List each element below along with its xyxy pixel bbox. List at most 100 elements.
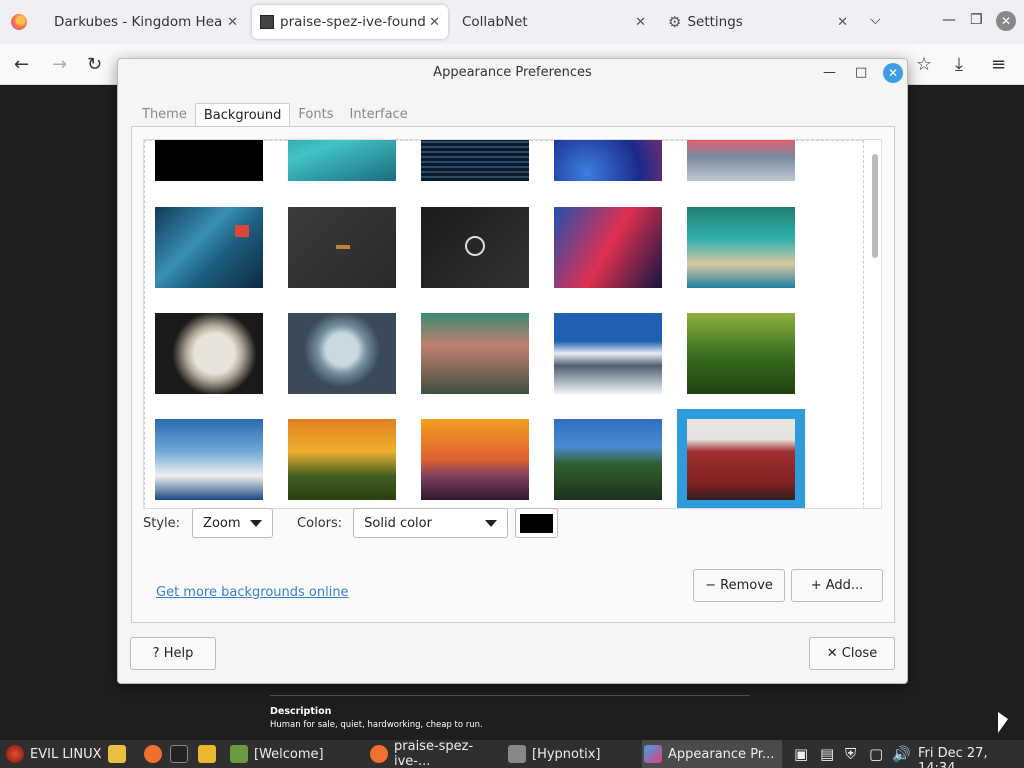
browser-tab-active[interactable]: praise-spez-ive-found-th ✕: [252, 5, 448, 39]
forward-icon[interactable]: →: [52, 54, 67, 75]
remove-button[interactable]: − Remove: [693, 569, 785, 602]
style-dropdown[interactable]: Zoom: [192, 508, 274, 538]
menu-icon: [6, 745, 24, 763]
notes-icon[interactable]: ▤: [820, 745, 834, 763]
color-swatch: [520, 513, 554, 533]
display-icon[interactable]: ▢: [869, 745, 883, 763]
tab-label: Settings: [687, 14, 743, 30]
page-favicon-icon: [260, 15, 274, 29]
wallpaper-thumbnail[interactable]: [687, 313, 795, 394]
style-label: Style:: [143, 515, 181, 531]
add-button[interactable]: + Add...: [791, 569, 883, 602]
tab-label: praise-spez-ive-found-th: [280, 14, 426, 30]
volume-icon[interactable]: 🔊: [892, 745, 911, 763]
wallpaper-thumbnail-selected[interactable]: [677, 409, 805, 508]
wallpaper-thumbnail[interactable]: [288, 313, 396, 394]
close-button[interactable]: ✕ Close: [809, 637, 895, 670]
tab-label: CollabNet: [462, 14, 528, 30]
wallpaper-thumbnail[interactable]: [421, 313, 529, 394]
wallpaper-thumbnail[interactable]: [687, 140, 795, 181]
clipboard-icon[interactable]: ▣: [794, 745, 808, 763]
wallpaper-thumbnail[interactable]: [155, 207, 263, 288]
tab-label: Darkubes - Kingdom Heartl: [54, 14, 222, 30]
files-launcher-icon[interactable]: [108, 740, 132, 768]
firefox-launcher-icon[interactable]: [144, 740, 168, 768]
wallpaper-thumbnail[interactable]: [687, 207, 795, 288]
browser-tab[interactable]: CollabNet ✕: [454, 5, 654, 39]
color-swatch-button[interactable]: [515, 508, 559, 538]
wallpaper-thumbnail[interactable]: [288, 419, 396, 500]
wallpaper-thumbnail[interactable]: [421, 207, 529, 288]
hypnotix-icon: [508, 745, 526, 763]
close-window-icon[interactable]: ✕: [996, 11, 1016, 31]
menu-icon[interactable]: ≡: [991, 54, 1006, 75]
back-icon[interactable]: ←: [14, 54, 29, 75]
appearance-icon: [644, 745, 662, 763]
help-button[interactable]: ? Help: [130, 637, 216, 670]
dialog-titlebar: Appearance Preferences — □ ✕: [118, 59, 907, 87]
mouse-cursor-icon: [998, 712, 1008, 733]
browser-tab[interactable]: Darkubes - Kingdom Heartl ✕: [46, 5, 246, 39]
description-title: Description: [270, 706, 332, 717]
colors-value: Solid color: [364, 515, 432, 531]
maximize-icon[interactable]: □: [855, 59, 867, 87]
browser-tab-bar: Darkubes - Kingdom Heartl ✕ praise-spez-…: [0, 0, 1024, 44]
tab-fonts[interactable]: Fonts: [290, 103, 341, 127]
wallpaper-thumbnail[interactable]: [421, 140, 529, 181]
reload-icon[interactable]: ↻: [87, 54, 102, 75]
wallpaper-thumbnail[interactable]: [554, 313, 662, 394]
page-description: Description Human for sale, quiet, hardw…: [270, 695, 750, 730]
clock[interactable]: Fri Dec 27, 14:34: [918, 746, 1024, 768]
background-options: Style: Zoom Colors: Solid color: [143, 507, 559, 539]
wallpaper-thumbnail[interactable]: [288, 140, 396, 181]
wallpaper-thumbnail[interactable]: [155, 140, 263, 181]
taskbar-window[interactable]: praise-spez-ive-...: [370, 739, 502, 768]
dropdown-arrow-icon: [485, 519, 498, 527]
taskbar-window[interactable]: [Hypnotix]: [508, 740, 636, 768]
wallpaper-thumbnail[interactable]: [155, 313, 263, 394]
close-icon[interactable]: ✕: [837, 15, 848, 30]
firefox-icon[interactable]: [0, 0, 38, 44]
dialog-title: Appearance Preferences: [433, 65, 592, 80]
wallpaper-grid[interactable]: [143, 139, 882, 509]
colors-dropdown[interactable]: Solid color: [353, 508, 509, 538]
welcome-icon: [230, 745, 248, 763]
appearance-preferences-dialog: Appearance Preferences — □ ✕ Theme Backg…: [117, 58, 908, 684]
wallpaper-thumbnail[interactable]: [421, 419, 529, 500]
close-icon[interactable]: ✕: [227, 15, 238, 30]
close-icon[interactable]: ✕: [429, 15, 440, 30]
browser-tab[interactable]: ⚙ Settings ✕: [660, 5, 856, 39]
restore-icon[interactable]: ❐: [970, 12, 983, 28]
wallpaper-thumbnail[interactable]: [554, 207, 662, 288]
tab-theme[interactable]: Theme: [134, 103, 195, 127]
close-icon[interactable]: ✕: [635, 15, 646, 30]
wallpaper-thumbnail[interactable]: [155, 419, 263, 500]
background-panel: Style: Zoom Colors: Solid color Get more…: [131, 126, 895, 623]
window-label: [Hypnotix]: [532, 746, 601, 762]
taskbar-window[interactable]: [Welcome]: [230, 740, 360, 768]
wallpaper-thumbnail[interactable]: [554, 419, 662, 500]
get-more-backgrounds-link[interactable]: Get more backgrounds online: [156, 585, 349, 600]
window-label: praise-spez-ive-...: [394, 739, 474, 768]
firefox-icon: [370, 745, 388, 763]
tab-background[interactable]: Background: [194, 103, 291, 127]
style-value: Zoom: [203, 515, 241, 531]
dialog-tabs: Theme Background Fonts Interface: [134, 103, 416, 127]
tab-interface[interactable]: Interface: [341, 103, 415, 127]
menu-label: EVIL LINUX: [30, 746, 102, 762]
taskbar: EVIL LINUX [Welcome] praise-spez-ive-...…: [0, 739, 1024, 768]
terminal-launcher-icon[interactable]: [170, 740, 194, 768]
minimize-icon[interactable]: —: [942, 12, 956, 28]
grid-scrollbar[interactable]: [872, 154, 878, 258]
shield-icon[interactable]: ⛨: [845, 745, 856, 763]
start-menu-button[interactable]: EVIL LINUX: [6, 740, 102, 768]
dialog-close-icon[interactable]: ✕: [883, 63, 903, 83]
download-icon[interactable]: ⤓: [955, 54, 963, 75]
taskbar-window-active[interactable]: Appearance Pr...: [642, 740, 782, 768]
minimize-icon[interactable]: —: [823, 59, 836, 87]
wallpaper-thumbnail[interactable]: [554, 140, 662, 181]
wallpaper-thumbnail[interactable]: [288, 207, 396, 288]
bookmark-star-icon[interactable]: ☆: [916, 54, 932, 75]
folder-launcher-icon[interactable]: [198, 740, 222, 768]
chevron-down-icon[interactable]: ⌵: [870, 12, 881, 28]
